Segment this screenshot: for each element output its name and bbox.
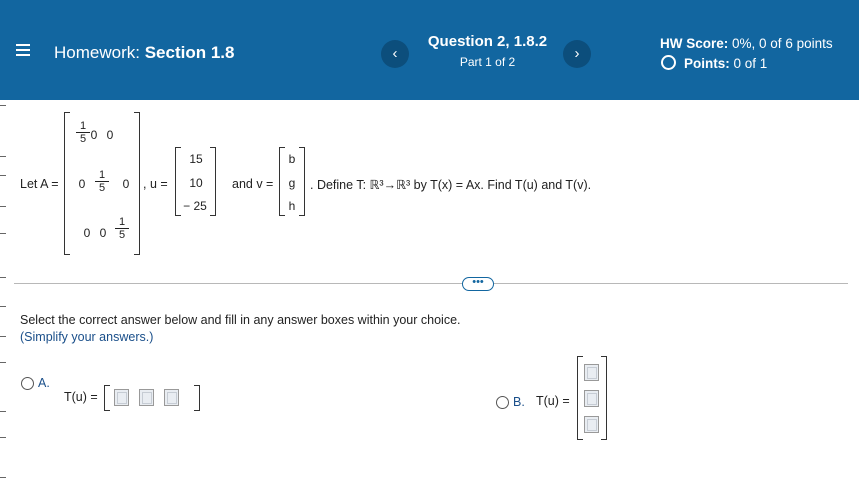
v-label: and v =: [232, 177, 274, 191]
points-value: 0 of 1: [733, 56, 768, 71]
question-part: Part 1 of 2: [459, 55, 516, 69]
vector-v-entry-3: h: [288, 199, 296, 213]
next-question-button[interactable]: ›: [563, 40, 591, 68]
option-a-letter[interactable]: A.: [38, 376, 50, 390]
u-label: , u =: [143, 177, 168, 191]
homework-label: Homework:: [54, 43, 140, 62]
vector-u: 15 10 − 25: [175, 147, 216, 216]
option-a-answer-box-3[interactable]: [164, 389, 179, 406]
left-edge-strip: [0, 100, 6, 499]
question-title: Question 2, 1.8.2: [427, 33, 548, 50]
hw-score: HW Score: 0%, 0 of 6 points: [660, 36, 833, 51]
top-bar: Homework: Section 1.8 ‹ Question 2, 1.8.…: [0, 0, 859, 100]
menu-icon[interactable]: [16, 44, 30, 56]
matrix-a-entry-31: 0: [83, 226, 91, 240]
matrix-a-entry-22: 15: [95, 169, 109, 194]
chevron-right-icon: ›: [574, 45, 580, 62]
points: Points: 0 of 1: [661, 55, 767, 71]
option-b-letter[interactable]: B.: [513, 395, 525, 409]
ellipsis-icon[interactable]: •••: [462, 277, 494, 291]
option-b-label: T(u) =: [536, 394, 570, 408]
points-label: Points:: [684, 56, 730, 71]
option-b-answer-box-3[interactable]: [584, 416, 599, 433]
vector-u-entry-3: − 25: [183, 199, 207, 213]
matrix-a: 15 0 0 0 15 0 0 0 15: [64, 112, 140, 255]
matrix-a-entry-21: 0: [78, 177, 86, 191]
simplify-note: (Simplify your answers.): [20, 330, 154, 344]
points-circle-icon: [661, 55, 676, 70]
matrix-a-entry-32: 0: [99, 226, 107, 240]
let-a-label: Let A =: [20, 177, 59, 191]
option-a-label: T(u) =: [64, 390, 98, 404]
option-b-radio[interactable]: [496, 396, 509, 409]
option-b-answer-box-2[interactable]: [584, 390, 599, 407]
option-b-answer-box-1[interactable]: [584, 364, 599, 381]
matrix-a-entry-23: 0: [122, 177, 130, 191]
instruction-text: Select the correct answer below and fill…: [20, 313, 461, 327]
vector-v-entry-2: g: [288, 176, 296, 190]
vector-u-entry-1: 15: [189, 152, 203, 166]
matrix-a-entry-12: 0: [90, 128, 98, 142]
define-t-text: . Define T: ℝ³→ℝ³ by T(x) = Ax. Find T(u…: [310, 178, 592, 192]
option-a-radio[interactable]: [21, 377, 34, 390]
option-a-row-vector: [104, 385, 200, 411]
chevron-left-icon: ‹: [392, 45, 398, 62]
option-b-column-vector: [577, 356, 607, 440]
matrix-a-entry-33: 15: [115, 216, 129, 241]
vector-v: b g h: [279, 147, 305, 216]
vector-v-entry-1: b: [288, 152, 296, 166]
homework-title: Homework: Section 1.8: [54, 43, 234, 63]
option-a-answer-box-1[interactable]: [114, 389, 129, 406]
vector-u-entry-2: 10: [189, 176, 203, 190]
score-label: HW Score:: [660, 36, 729, 51]
homework-section: Section 1.8: [144, 43, 235, 62]
score-value: 0%, 0 of 6 points: [732, 36, 833, 51]
section-divider: [14, 283, 848, 284]
option-a-answer-box-2[interactable]: [139, 389, 154, 406]
matrix-a-entry-13: 0: [106, 128, 114, 142]
